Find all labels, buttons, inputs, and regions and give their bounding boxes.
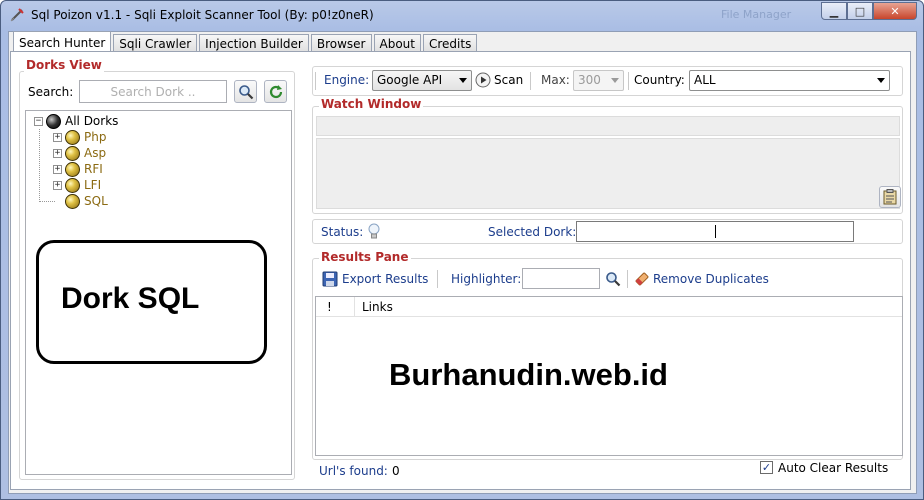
- globe-icon: [65, 145, 80, 161]
- copy-button[interactable]: [879, 186, 901, 208]
- refresh-icon: [269, 84, 282, 98]
- country-value: ALL: [694, 73, 716, 87]
- expand-icon[interactable]: +: [53, 164, 62, 174]
- watch-window-log[interactable]: [316, 138, 900, 209]
- tree-connector: [39, 201, 55, 202]
- watermark-text: Burhanudin.web.id: [389, 357, 668, 392]
- tree-node-asp[interactable]: + Asp: [53, 145, 106, 161]
- toolbar-separator: [627, 270, 628, 288]
- globe-icon: [65, 161, 80, 177]
- window-title: Sql Poizon v1.1 - Sqli Exploit Scanner T…: [31, 8, 374, 22]
- chevron-down-icon: [611, 78, 619, 83]
- remove-duplicates-button[interactable]: Remove Duplicates: [653, 272, 769, 286]
- title-bar[interactable]: Sql Poizon v1.1 - Sqli Exploit Scanner T…: [1, 1, 923, 31]
- syringe-icon: [10, 8, 24, 22]
- close-button[interactable]: ✕: [873, 2, 917, 20]
- expand-icon[interactable]: +: [53, 148, 62, 158]
- engine-value: Google API: [377, 73, 443, 87]
- country-select[interactable]: ALL: [689, 70, 890, 91]
- toolbar-separator: [315, 72, 316, 90]
- chevron-down-icon: [877, 78, 885, 83]
- minimize-button[interactable]: ▁: [821, 2, 847, 20]
- play-icon[interactable]: [475, 72, 491, 88]
- highlighter-label: Highlighter:: [451, 272, 522, 286]
- tree-connector: [39, 129, 40, 200]
- tree-node-rfi[interactable]: + RFI: [53, 161, 103, 177]
- globe-icon: [65, 193, 80, 209]
- tree-node-label: SQL: [84, 194, 108, 208]
- expand-icon[interactable]: +: [53, 132, 62, 142]
- magnifier-icon: [238, 84, 253, 99]
- tree-node-label: Asp: [84, 146, 107, 160]
- max-value: 300: [578, 73, 601, 87]
- annotation-text: Dork SQL: [61, 282, 200, 315]
- lightbulb-icon: [368, 223, 380, 239]
- toolbar-separator: [437, 270, 438, 288]
- background-window-title: File Manager: [721, 8, 792, 21]
- floppy-disk-icon: [322, 271, 338, 287]
- column-header-flag[interactable]: !: [327, 300, 332, 314]
- grid-header: ! Links: [316, 297, 902, 317]
- engine-select[interactable]: Google API: [372, 70, 472, 91]
- selected-dork-field[interactable]: [576, 221, 854, 242]
- dorks-view-title: Dorks View: [24, 58, 104, 72]
- tree-node-label: RFI: [84, 162, 103, 176]
- search-button[interactable]: [234, 80, 257, 103]
- chevron-down-icon: [459, 78, 467, 83]
- tree-node-label: LFI: [84, 178, 102, 192]
- tree-node-label: All Dorks: [65, 114, 119, 128]
- status-label: Status:: [321, 225, 364, 239]
- tree-node-label: Php: [84, 130, 107, 144]
- export-results-button[interactable]: Export Results: [342, 272, 428, 286]
- max-select: 300: [573, 70, 624, 91]
- selected-dork-label: Selected Dork:: [488, 225, 577, 239]
- max-label: Max:: [541, 73, 570, 87]
- engine-label: Engine:: [324, 73, 370, 87]
- watch-window-title: Watch Window: [319, 97, 424, 111]
- expand-icon[interactable]: +: [53, 180, 62, 190]
- urls-found-count: 0: [392, 464, 400, 478]
- watch-window-header: [316, 116, 900, 136]
- auto-clear-label: Auto Clear Results: [778, 461, 889, 475]
- toolbar-separator: [628, 72, 629, 90]
- search-dork-input[interactable]: [79, 80, 227, 103]
- results-pane-title: Results Pane: [319, 250, 411, 264]
- tree-node-lfi[interactable]: + LFI: [53, 177, 101, 193]
- urls-found-label: Url's found:: [319, 464, 388, 478]
- text-cursor: [715, 225, 716, 238]
- search-label: Search:: [28, 85, 74, 99]
- column-divider: [354, 297, 355, 317]
- scan-button[interactable]: Scan: [494, 73, 523, 87]
- maximize-button[interactable]: □: [847, 2, 873, 20]
- highlighter-input[interactable]: [522, 268, 600, 289]
- eraser-icon: [635, 272, 649, 286]
- tree-node-php[interactable]: + Php: [53, 129, 106, 145]
- collapse-icon[interactable]: −: [34, 116, 43, 126]
- toolbar-separator: [530, 72, 531, 90]
- tree-node-sql[interactable]: SQL: [65, 193, 108, 209]
- magnifier-icon[interactable]: [605, 271, 621, 287]
- globe-icon: [65, 177, 80, 193]
- globe-icon: [46, 113, 61, 129]
- globe-icon: [65, 129, 80, 145]
- country-label: Country:: [634, 73, 685, 87]
- tree-node-all-dorks[interactable]: − All Dorks: [34, 113, 118, 129]
- auto-clear-checkbox[interactable]: ✓: [760, 461, 773, 474]
- column-header-links[interactable]: Links: [362, 300, 393, 314]
- clipboard-icon: [883, 189, 897, 205]
- refresh-button[interactable]: [264, 80, 287, 103]
